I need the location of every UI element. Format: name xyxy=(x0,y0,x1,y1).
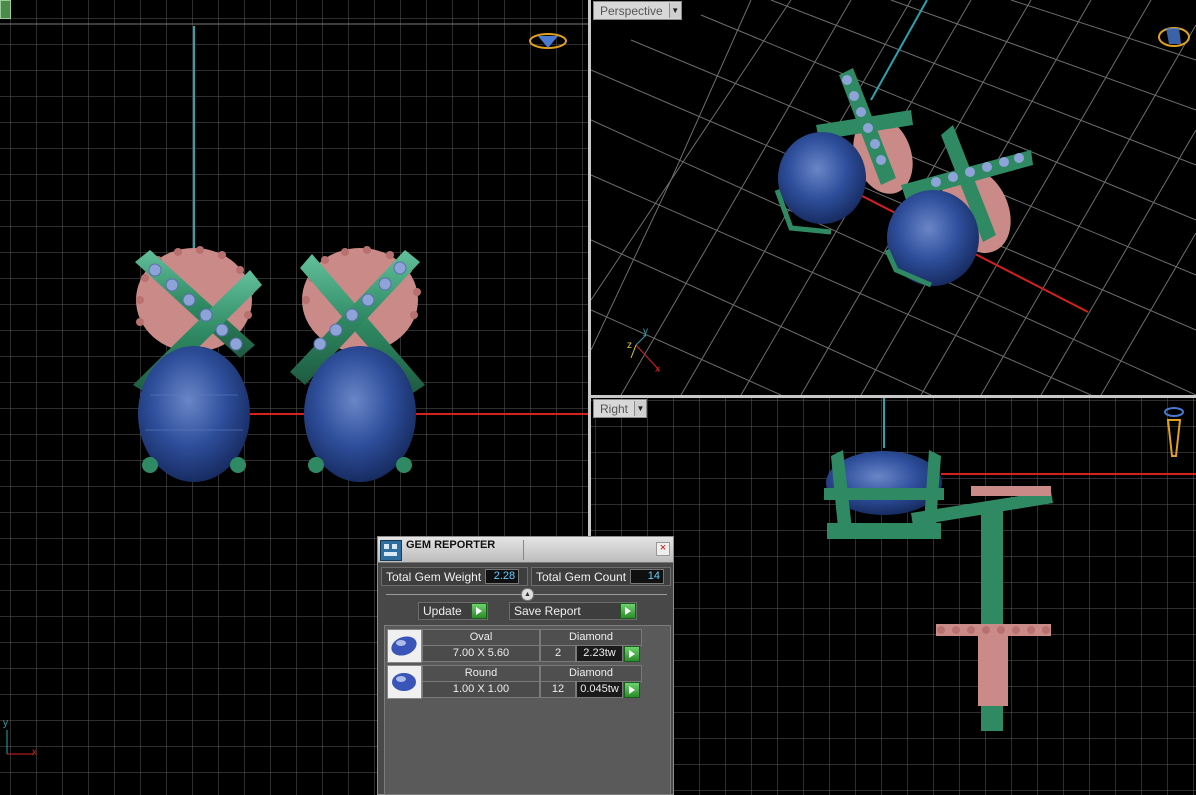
gem-count: 12 xyxy=(540,681,576,698)
gem-shape: Oval xyxy=(422,629,540,646)
gem-material: Diamond xyxy=(540,629,642,646)
gem-count: 2 xyxy=(540,645,576,662)
round-gem-thumbnail-icon xyxy=(387,665,422,699)
total-gem-weight-value: 2.28 xyxy=(485,569,520,584)
gem-material: Diamond xyxy=(540,665,642,682)
perspective-dropdown-icon[interactable]: ▼ xyxy=(668,3,681,18)
gem-weight: 2.23tw xyxy=(576,645,623,662)
total-gem-count-value: 14 xyxy=(630,569,665,584)
save-report-button[interactable]: Save Report xyxy=(509,602,637,620)
update-go-icon[interactable] xyxy=(471,603,487,619)
update-button-label: Update xyxy=(423,604,462,618)
persp-axis-y-label: y xyxy=(643,326,648,337)
gem-shape: Round xyxy=(422,665,540,682)
gem-reporter-icon xyxy=(380,540,402,561)
gem-list: Oval Diamond 7.00 X 5.60 2 2.23tw Round … xyxy=(384,625,671,795)
panel-resize-handle[interactable]: ▲ xyxy=(521,588,534,601)
persp-axis-z-label: z xyxy=(627,340,632,351)
save-report-go-icon[interactable] xyxy=(620,603,636,619)
perspective-label-text: Perspective xyxy=(600,3,663,18)
right-label-text: Right xyxy=(600,401,629,416)
front-axis-x-label: x xyxy=(32,747,37,758)
save-report-button-label: Save Report xyxy=(514,604,581,618)
gem-row-go-icon[interactable] xyxy=(624,646,640,662)
perspective-view-cube-icon xyxy=(1158,27,1190,47)
total-gem-weight-label: Total Gem Weight xyxy=(386,569,482,584)
gem-size: 1.00 X 1.00 xyxy=(422,681,540,698)
front-axis-y-label: y xyxy=(3,718,8,729)
persp-axis-x-label: x xyxy=(655,364,660,375)
front-viewport-menu-tab[interactable] xyxy=(0,0,11,19)
close-icon[interactable]: × xyxy=(656,542,670,556)
gem-row-go-icon[interactable] xyxy=(624,682,640,698)
gem-size: 7.00 X 5.60 xyxy=(422,645,540,662)
gem-weight: 0.045tw xyxy=(576,681,623,698)
perspective-viewport[interactable]: Perspective ▼ y z x xyxy=(591,0,1196,395)
total-gem-weight-field: Total Gem Weight 2.28 xyxy=(381,567,528,586)
oval-gem-thumbnail-icon xyxy=(387,629,422,663)
total-gem-count-label: Total Gem Count xyxy=(536,569,627,584)
total-gem-count-field: Total Gem Count 14 xyxy=(531,567,671,586)
gem-reporter-title: GEM REPORTER xyxy=(406,539,496,551)
perspective-viewport-label[interactable]: Perspective ▼ xyxy=(593,1,682,20)
right-viewport-scene xyxy=(591,398,1196,795)
gem-reporter-titlebar[interactable]: GEM REPORTER × xyxy=(378,537,673,563)
right-viewport[interactable]: Right ▼ xyxy=(591,398,1196,795)
right-viewport-label[interactable]: Right ▼ xyxy=(593,399,648,418)
right-dropdown-icon[interactable]: ▼ xyxy=(634,401,647,416)
perspective-viewport-scene xyxy=(591,0,1196,395)
gem-reporter-panel[interactable]: GEM REPORTER × Total Gem Weight 2.28 Tot… xyxy=(377,536,674,795)
update-button[interactable]: Update xyxy=(418,602,488,620)
